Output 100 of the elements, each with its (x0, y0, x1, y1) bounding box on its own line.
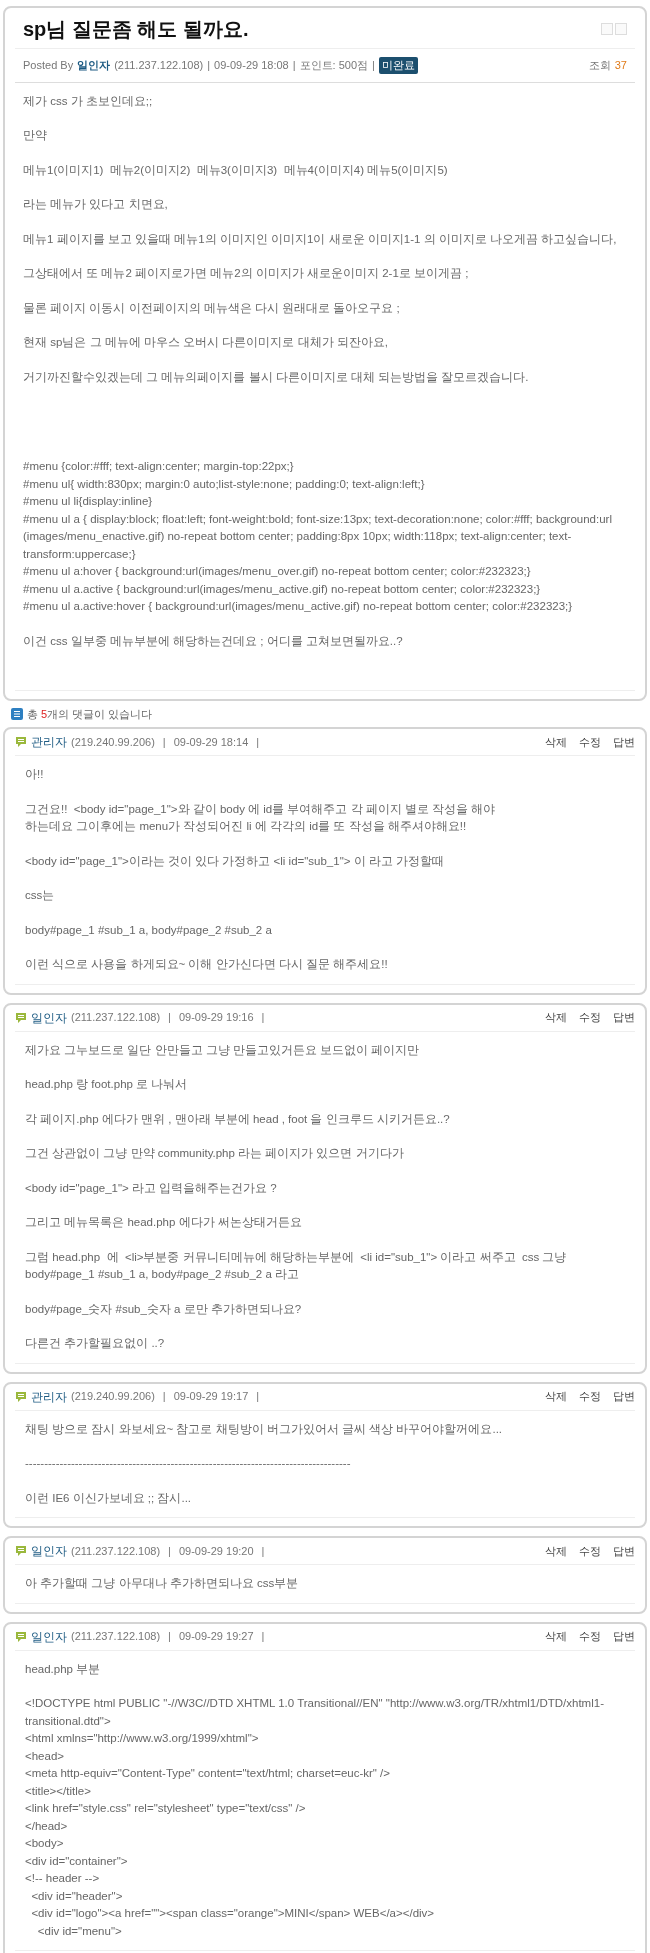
body-text: body#page_1 #sub_1 a, body#page_2 #sub_2 a (25, 922, 273, 938)
post-title: sp님 질문좀 해도 될까요. (23, 17, 249, 42)
comment-action-link[interactable]: 답변 (613, 1388, 635, 1405)
separator: | (168, 1543, 171, 1559)
body-text: <div id="logo"><a href=""><span class="orange">MINI</span> WEB</a></div> (30, 1906, 436, 1921)
separator: | (261, 1629, 265, 1645)
speech-bubble-icon (15, 1390, 27, 1403)
body-text: 이런 식으로 사용을 하게되요~ 이해 안가신다면 다시 질문 해주세요!! (25, 957, 389, 972)
body-text: 채팅 방으로 잠시 와보세요~ 참고로 채팅방이 버그가있어서 글씨 색상 바꾸어야할꺼에요... (25, 1421, 504, 1437)
body-text: 이건 css 일부중 메뉴부분에 해당하는건데요 ; 어디를 고쳐보면될까요..? (23, 633, 404, 649)
body-text: body#page_숫자 #sub_숫자 a 로만 추가하면되나요? (25, 1301, 303, 1317)
separator: | (162, 734, 166, 750)
post-date: 09-09-29 18:08 (214, 58, 289, 73)
separator: | (292, 58, 296, 73)
separator: | (168, 1629, 171, 1645)
comment-action-link[interactable]: 수정 (579, 733, 601, 751)
speech-bubble-icon (15, 1630, 27, 1643)
body-text: <body id="page_1">이라는 것이 있다 가정하고 <li id="sub_1"> 이 라고 가정할때 (25, 853, 446, 869)
comment-date: 09-09-29 19:27 (178, 1629, 254, 1645)
body-text: head.php 랑 foot.php 로 나눠서 (25, 1077, 189, 1092)
author-name[interactable]: 일인자 (31, 1008, 67, 1027)
body-text: 그건요!! <body id="page_1">와 같이 body 에 id를 부여해주고 각 페이지 별로 작성을 해야 (25, 801, 497, 817)
separator: | (372, 58, 375, 73)
body-text: 그건 상관없이 그냥 만약 community.php 라는 페이지가 있으면 거기다가 (25, 1146, 405, 1161)
author-name[interactable]: 일인자 (77, 57, 111, 74)
code-line: #menu ul a { display:block; float:left; font-weight:bold; font-size:13px; text-decoration:none; color:#fff; background:url (images/menu_enactive.gif) no-repeat bottom center; padding:8px 10px; width:118px; text-align:center; text-transform:uppercase;} (23, 511, 613, 562)
body-text: <link href="style.css" rel="stylesheet" type="text/css" /> (25, 1801, 307, 1816)
body-text: css는 (25, 888, 56, 903)
body-text: 아 추가할때 그냥 아무대나 추가하면되나요 css부분 (25, 1576, 300, 1591)
body-text: </head> (25, 1818, 69, 1834)
body-text: 이런 IE6 이신가보네요 ;; 잠시... (25, 1490, 193, 1506)
status-badge: 미완료 (378, 57, 418, 74)
separator: | (261, 1543, 265, 1559)
speech-bubble-icon (15, 1545, 27, 1557)
body-text: 각 페이지.php 에다가 맨위 , 맨아래 부분에 head , foot 을 인크루드 시키거든요..? (25, 1111, 451, 1127)
body-text: <html xmlns="http://www.w3.org/1999/xhtml"> (25, 1731, 260, 1746)
ip-address: (219.240.99.206) (71, 734, 155, 750)
comment-date: 09-09-29 18:14 (173, 734, 249, 750)
ip-address: (211.237.122.108) (71, 1543, 161, 1559)
points-text: 포인트: 500점 (299, 58, 369, 73)
separator: | (256, 1389, 260, 1405)
body-text: <head> (25, 1748, 65, 1764)
list-icon (11, 708, 23, 720)
body-text: 그리고 메뉴목록은 head.php 에다가 써논상태거든요 (25, 1215, 303, 1230)
comment-action-link[interactable]: 수정 (579, 1542, 601, 1560)
comment-action-link[interactable]: 수정 (579, 1009, 601, 1026)
speech-bubble-icon (15, 736, 27, 748)
author-name[interactable]: 관리자 (31, 733, 67, 751)
body-text: 제가 css 가 초보인데요;; (23, 93, 154, 109)
body-text: <!DOCTYPE html PUBLIC "-//W3C//DTD XHTML 1.0 Transitional//EN" "http://www.w3.org/TR/xhtml1/DTD/xhtml1-transitional.dtd"> (25, 1696, 605, 1729)
comment-action-link[interactable]: 삭제 (545, 1628, 567, 1645)
body-text: <div id="container"> (25, 1853, 129, 1869)
body-text: 제가요 그누보드로 일단 안만들고 그냥 만들고있거든요 보드없이 페이지만 (25, 1042, 421, 1058)
body-text: 아!! (25, 767, 45, 782)
ip-address: (211.237.122.108) (71, 1629, 161, 1645)
code-line: #menu ul a.active { background:url(images/menu_active.gif) no-repeat bottom center; color:#232323;} (23, 581, 542, 597)
separator: | (261, 1010, 265, 1026)
comment-action-link[interactable]: 답변 (613, 1542, 635, 1560)
comment-action-link[interactable]: 수정 (579, 1388, 601, 1405)
body-text: 그상태에서 또 메뉴2 페이지로가면 메뉴2의 이미지가 새로운이미지 2-1로 보이게끔 ; (23, 266, 470, 281)
body-text: 라는 메뉴가 있다고 치면요, (23, 197, 169, 212)
body-text: 그럼 head.php 에 <li>부분중 커뮤니티메뉴에 해당하는부분에 <li id="sub_1"> 이라고 써주고 css 그냥 body#page_1 #sub_1 a, body#page_2 #sub_2 a 라고 (25, 1249, 568, 1282)
code-line: #menu ul{ width:830px; margin:0 auto;list-style:none; padding:0; text-align:left;} (23, 476, 426, 492)
comment-action-link[interactable]: 답변 (613, 1628, 635, 1645)
body-text: 다른건 추가할필요없이 ..? (25, 1336, 166, 1351)
comment-action-link[interactable]: 답변 (613, 1009, 635, 1026)
ip-address: (211.237.122.108) (71, 1010, 161, 1026)
comment-action-link[interactable]: 삭제 (545, 1388, 567, 1405)
body-text: 현재 sp님은 그 메뉴에 마우스 오버시 다른이미지로 대체가 되잔아요, (23, 335, 389, 350)
separator: | (207, 58, 211, 73)
posted-by-label: Posted By (23, 58, 74, 73)
body-text: ------------------------------------------------------------------------------------- (25, 1456, 352, 1471)
ip-address: (219.240.99.206) (71, 1389, 155, 1405)
comment-action-link[interactable]: 답변 (613, 733, 635, 751)
views-label: 조회 (588, 58, 611, 73)
body-text: 물론 페이지 이동시 이전페이지의 메뉴색은 다시 원래대로 돌아오구요 ; (23, 300, 401, 316)
comment-action-link[interactable]: 삭제 (545, 733, 567, 751)
body-text: <!-- header --> (25, 1871, 101, 1886)
body-text: <meta http-equiv="Content-Type" content="text/html; charset=euc-kr" /> (25, 1766, 392, 1781)
comment-date: 09-09-29 19:20 (178, 1543, 254, 1559)
ip-address: (211.237.122.108) (114, 58, 204, 73)
body-text: <body id="page_1"> 라고 입력을해주는건가요 ? (25, 1180, 278, 1196)
code-line: #menu ul a.active:hover { background:url(images/menu_active.gif) no-repeat bottom center; color:#232323;} (23, 599, 574, 614)
author-name[interactable]: 일인자 (31, 1627, 67, 1646)
views-count: 37 (614, 58, 627, 73)
code-line: #menu ul a:hover { background:url(images/menu_over.gif) no-repeat bottom center; color:#232323;} (23, 564, 532, 579)
code-line: #menu {color:#fff; text-align:center; margin-top:22px;} (23, 459, 295, 474)
comment-count-text: 총 5개의 댓글이 있습니다 (27, 706, 153, 722)
body-text: 메뉴1(이미지1) 메뉴2(이미지2) 메뉴3(이미지3) 메뉴4(이미지4) 메뉴5(이미지5) (23, 162, 449, 178)
comment-action-link[interactable]: 삭제 (545, 1542, 567, 1560)
code-line: #menu ul li{display:inline} (23, 494, 154, 509)
separator: | (168, 1010, 171, 1026)
body-text: head.php 부분 (25, 1661, 102, 1677)
comment-action-link[interactable]: 수정 (579, 1628, 601, 1645)
author-name[interactable]: 관리자 (31, 1387, 67, 1406)
author-name[interactable]: 일인자 (31, 1542, 67, 1560)
separator: | (162, 1389, 166, 1405)
body-text: <title></title> (25, 1783, 92, 1799)
comment-action-link[interactable]: 삭제 (545, 1009, 567, 1026)
comment-date: 09-09-29 19:16 (178, 1010, 254, 1026)
